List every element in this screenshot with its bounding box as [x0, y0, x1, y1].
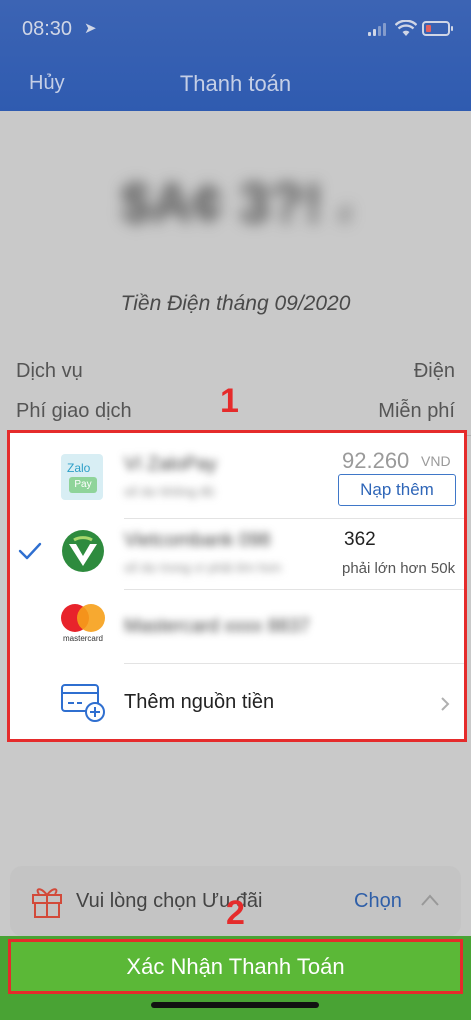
chevron-up-icon[interactable] [420, 893, 440, 907]
status-time: 08:30 [22, 18, 73, 40]
wifi-icon [395, 20, 417, 36]
top-header: 08:30 ➤ Hủy Thanh toán [0, 0, 471, 111]
home-indicator[interactable] [151, 1002, 319, 1008]
service-value: Điện [413, 360, 455, 382]
location-arrow-icon: ➤ [84, 20, 97, 37]
bill-description: Tiền Điện tháng 09/2020 [120, 292, 351, 315]
confirm-payment-button[interactable]: Xác Nhận Thanh Toán [8, 939, 463, 994]
annotation-1: 1 [220, 382, 239, 420]
service-label: Dịch vụ [16, 360, 83, 382]
highlight-box-1 [7, 430, 467, 742]
fee-label: Phí giao dịch [16, 400, 132, 422]
page-title: Thanh toán [179, 71, 292, 96]
payment-amount: $A¢ 3?! đ [120, 171, 351, 234]
signal-icon [368, 23, 388, 36]
promo-choose-button[interactable]: Chọn [354, 890, 402, 913]
gift-icon [32, 888, 62, 918]
annotation-2: 2 [226, 894, 245, 932]
status-bar: 08:30 ➤ [0, 0, 471, 56]
fee-value: Miễn phí [378, 400, 455, 422]
battery-icon [422, 21, 453, 36]
